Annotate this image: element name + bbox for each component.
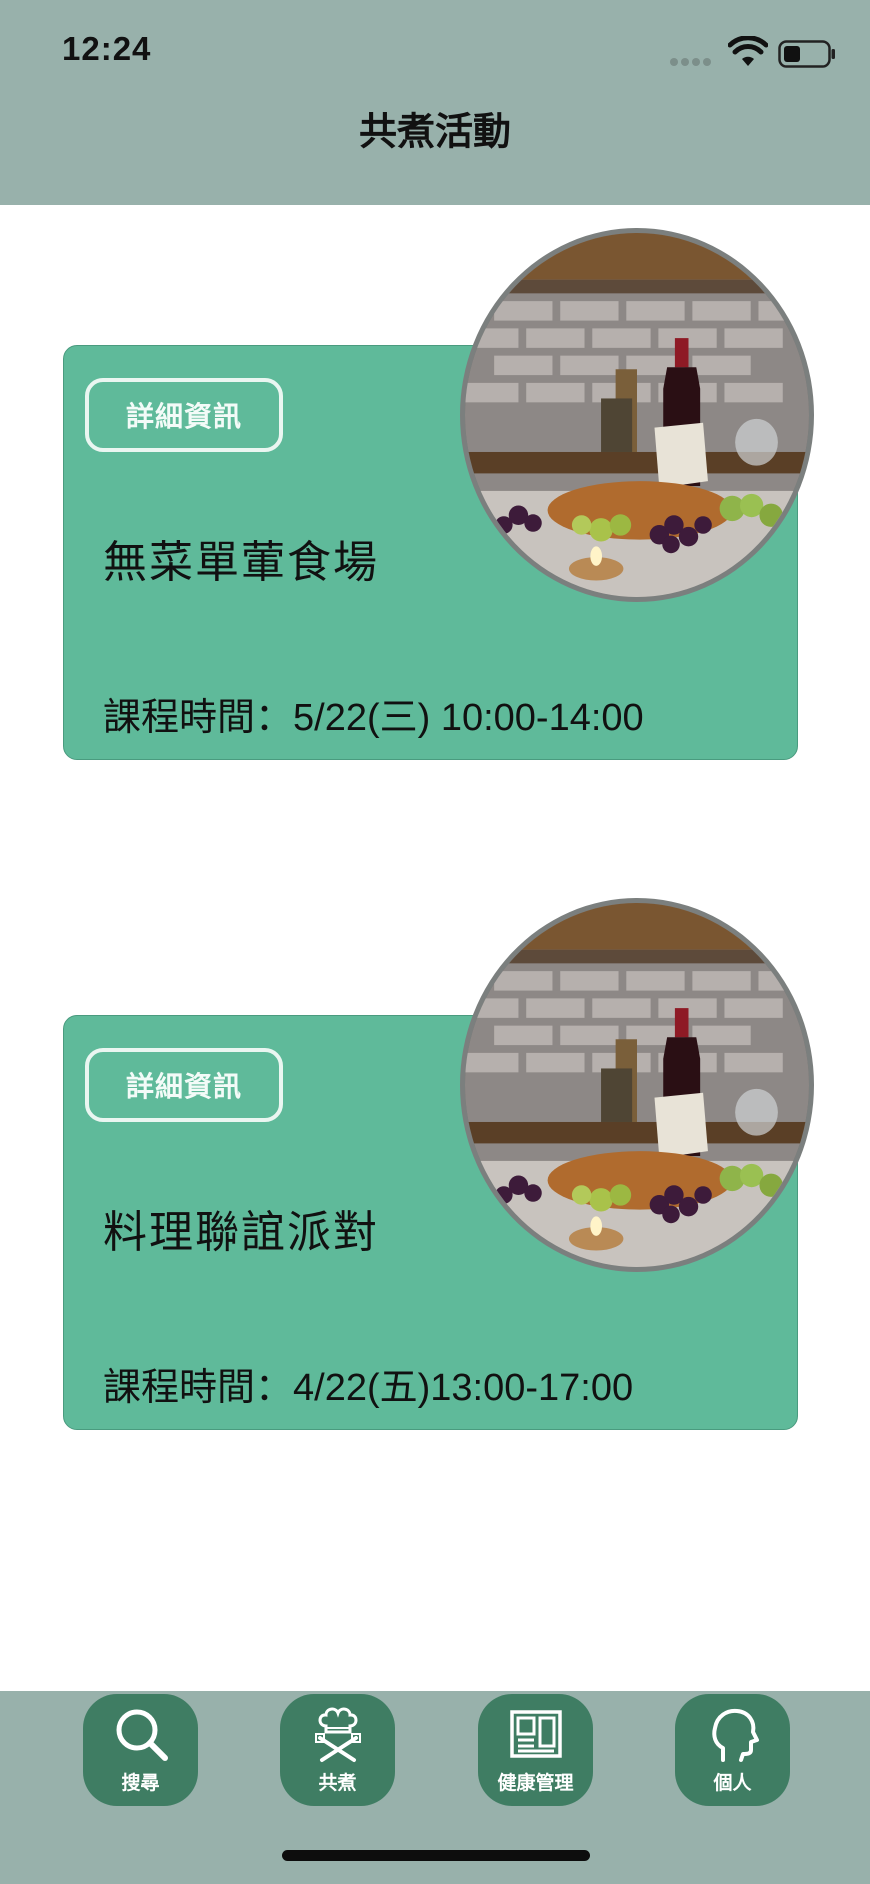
- event-name: 料理聯誼派對: [103, 1207, 379, 1258]
- battery-icon: [778, 40, 835, 68]
- detail-info-button[interactable]: 詳細資訊: [85, 378, 283, 452]
- page-title: 共煮活動: [358, 109, 511, 154]
- search-icon: [116, 1709, 168, 1761]
- status-time: 12:24: [62, 30, 152, 67]
- cellular-signal-icon: [670, 58, 712, 66]
- app-screen: 12:24 共煮活動 詳細資訊 無菜單葷食場 課程時間：5/22(三) 10:0…: [0, 0, 870, 1884]
- chef-utensils-icon: [314, 1707, 361, 1762]
- nav-label: 共煮: [318, 1772, 357, 1794]
- header-bar: 12:24 共煮活動: [0, 0, 870, 205]
- nav-label: 健康管理: [497, 1772, 574, 1794]
- detail-info-button[interactable]: 詳細資訊: [85, 1048, 283, 1122]
- nav-search-button[interactable]: 搜尋: [83, 1694, 198, 1806]
- nav-label: 搜尋: [121, 1772, 160, 1794]
- nav-cook-button[interactable]: 共煮: [280, 1694, 395, 1806]
- event-time: 課程時間：5/22(三) 10:00-14:00: [103, 697, 644, 739]
- wifi-icon: [728, 36, 768, 66]
- nav-profile-button[interactable]: 個人: [675, 1694, 790, 1806]
- person-head-icon: [711, 1708, 759, 1762]
- status-indicators: [670, 36, 840, 72]
- nav-label: 個人: [713, 1772, 752, 1794]
- home-indicator[interactable]: [282, 1850, 590, 1861]
- event-time: 課程時間：4/22(五)13:00-17:00: [103, 1367, 634, 1409]
- event-photo: [460, 228, 814, 602]
- health-record-icon: [509, 1710, 562, 1758]
- event-photo: [460, 898, 814, 1272]
- event-name: 無菜單葷食場: [103, 537, 379, 588]
- nav-health-button[interactable]: 健康管理: [478, 1694, 593, 1806]
